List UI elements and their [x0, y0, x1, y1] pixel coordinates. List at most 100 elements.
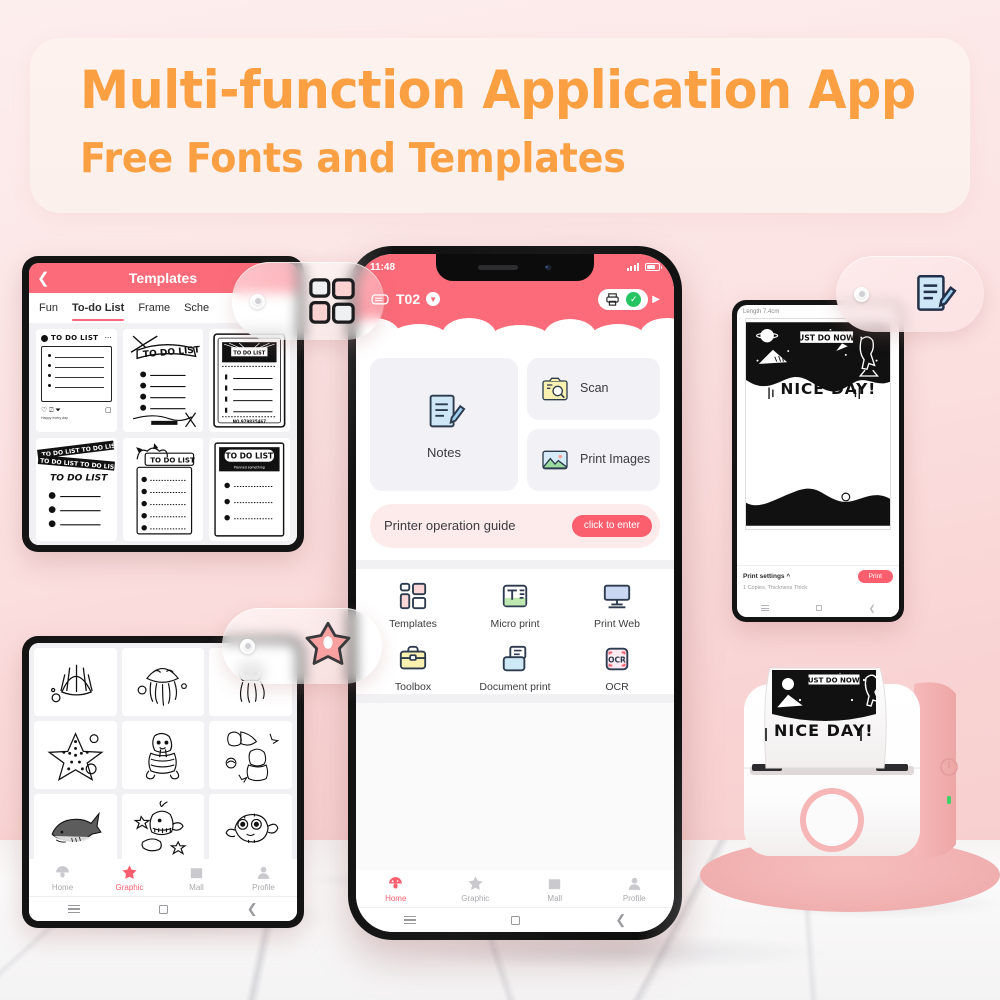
tab-todo-list[interactable]: To-do List [71, 302, 125, 321]
nav-profile[interactable]: Profile [595, 870, 675, 907]
print-preview-screen: Length 7.4cm JUST DO NOW! NICE DAY! Prin… [737, 305, 899, 617]
card-print-images-label: Print Images [580, 452, 651, 467]
menu-icon[interactable] [760, 605, 769, 611]
square-home-icon[interactable] [815, 605, 822, 611]
nav-home-label: Home [51, 882, 74, 892]
mushroom-icon [56, 865, 69, 877]
star-icon [122, 864, 137, 879]
app-bar: T02 ▼ ✓ ▶ [356, 284, 674, 314]
star-icon [305, 621, 351, 665]
svg-text:TO DO LIST: TO DO LIST [226, 452, 275, 461]
function-templates[interactable]: Templates [362, 581, 464, 630]
function-templates-label: Templates [389, 618, 437, 630]
click-to-enter-button[interactable]: click to enter [571, 515, 652, 537]
tab-frame[interactable]: Frame [138, 302, 170, 314]
scan-icon [542, 377, 568, 401]
function-micro-print[interactable]: Micro print [464, 581, 566, 630]
nav-mall[interactable]: Mall [163, 859, 230, 896]
function-print-web[interactable]: Print Web [566, 581, 668, 630]
sticker-whale[interactable] [121, 794, 205, 862]
template-thumb[interactable]: TO DO LIST [122, 329, 204, 432]
card-notes-label: Notes [427, 445, 461, 460]
status-led [947, 796, 951, 804]
printer-guide-banner[interactable]: Printer operation guide click to enter [370, 504, 660, 548]
image-icon [542, 450, 568, 470]
sticker-shell[interactable] [34, 648, 117, 716]
tab-fun[interactable]: Fun [39, 302, 58, 314]
svg-text:TO DO LIST: TO DO LIST [50, 473, 108, 483]
headline-banner: Multi-function Application App Free Font… [30, 38, 970, 213]
star-badge[interactable] [222, 608, 382, 684]
menu-icon[interactable] [403, 915, 416, 925]
function-ocr[interactable]: OCR OCR [566, 644, 668, 693]
nav-home[interactable]: Home [29, 859, 96, 896]
empty-content-area [356, 703, 674, 870]
back-chevron-icon[interactable]: ❮ [247, 901, 258, 917]
nav-graphic[interactable]: Graphic [436, 870, 516, 907]
menu-icon[interactable] [68, 904, 81, 914]
sticker-pufferfish[interactable] [209, 794, 292, 862]
notes-badge[interactable] [836, 256, 984, 332]
square-home-icon[interactable] [511, 915, 521, 925]
templates-grid: TO DO LIST ⋯ ♡ ⍁ ⏷ ▢ Happy every day TO … [29, 323, 297, 545]
app-bottom-nav: Home Graphic Mall Profile ❮ [356, 870, 674, 932]
template-thumb[interactable]: TO DO LIST ⋯ ♡ ⍁ ⏷ ▢ Happy every day [36, 329, 117, 432]
square-home-icon[interactable] [159, 904, 169, 914]
function-print-web-label: Print Web [594, 618, 640, 630]
template-thumb[interactable]: TO DO LIST NO.979835467 [209, 329, 290, 432]
android-system-bar: ❮ [737, 599, 899, 617]
svg-text:TO DO LIST: TO DO LIST [234, 350, 266, 356]
person-icon [257, 866, 270, 879]
nav-mall[interactable]: Mall [515, 870, 595, 907]
template-thumb[interactable]: TO DO LIST TO DO LIST TO DO LIST TO DO L… [36, 438, 117, 541]
nav-graphic[interactable]: Graphic [96, 859, 163, 896]
sticker-walrus[interactable] [121, 721, 205, 789]
template-thumb[interactable]: TO DO LIST [122, 438, 204, 541]
shopping-bag-icon [190, 864, 203, 878]
badge-knob [854, 286, 869, 302]
speaker-grille [477, 265, 518, 270]
chevron-up-icon[interactable]: ^ [786, 573, 790, 580]
back-chevron-icon[interactable]: ❮ [615, 912, 626, 928]
android-system-bar: ❮ [356, 908, 674, 932]
sticker-starfish[interactable] [34, 721, 117, 789]
badge-knob [240, 638, 255, 654]
check-circle-icon: ✓ [626, 291, 642, 307]
shopping-bag-icon [549, 875, 561, 889]
print-preview-paper[interactable]: JUST DO NOW! NICE DAY! [745, 318, 891, 530]
document-print-icon [502, 645, 527, 672]
phone-preview-device: Length 7.4cm JUST DO NOW! NICE DAY! Prin… [732, 300, 904, 622]
print-web-icon [603, 584, 631, 609]
print-settings-detail: 1 Copies, Thickness Thick [743, 585, 807, 591]
app-home-screen: 11:48 T02 ▼ ✓ ▶ Notes Scan Print Images … [356, 254, 674, 932]
function-toolbox-label: Toolbox [394, 681, 432, 693]
print-settings-label[interactable]: Print settings ^ [743, 573, 790, 580]
nav-profile[interactable]: Profile [230, 859, 297, 896]
person-icon [628, 877, 640, 890]
printer-guide-text: Printer operation guide [384, 517, 516, 533]
printer-device: JUST DO NOW! NICE DAY! [736, 648, 980, 878]
arrow-right-icon[interactable]: ▶ [652, 294, 660, 305]
page-subtitle: Free Fonts and Templates [80, 134, 626, 182]
card-scan[interactable]: Scan [527, 358, 660, 420]
signal-bars-icon [626, 263, 639, 271]
printer-icon [606, 292, 619, 306]
device-selector[interactable]: T02 ▼ [370, 291, 441, 307]
sticker-jellyfish[interactable] [121, 648, 205, 716]
card-print-images[interactable]: Print Images [527, 429, 660, 491]
function-grid: Templates Micro print Print Web Toolbox … [356, 569, 674, 693]
print-button[interactable]: Print [857, 570, 893, 583]
sticker-walrus-group[interactable] [209, 721, 292, 789]
function-document-print[interactable]: Document print [464, 644, 566, 693]
template-thumb[interactable]: TO DO LIST Planned something [209, 438, 290, 541]
printer-status-pill[interactable]: ✓ [598, 288, 649, 310]
back-chevron-icon[interactable]: ❮ [869, 604, 876, 613]
badge-knob [250, 293, 265, 309]
chevron-down-icon[interactable]: ▼ [426, 292, 441, 306]
tab-schedule[interactable]: Sche [184, 302, 209, 314]
sticker-shark[interactable] [34, 794, 117, 862]
card-notes[interactable]: Notes [370, 358, 518, 491]
printer-device-icon [371, 294, 389, 305]
nav-home[interactable]: Home [356, 870, 436, 907]
back-chevron-icon[interactable]: ❮ [37, 271, 50, 286]
